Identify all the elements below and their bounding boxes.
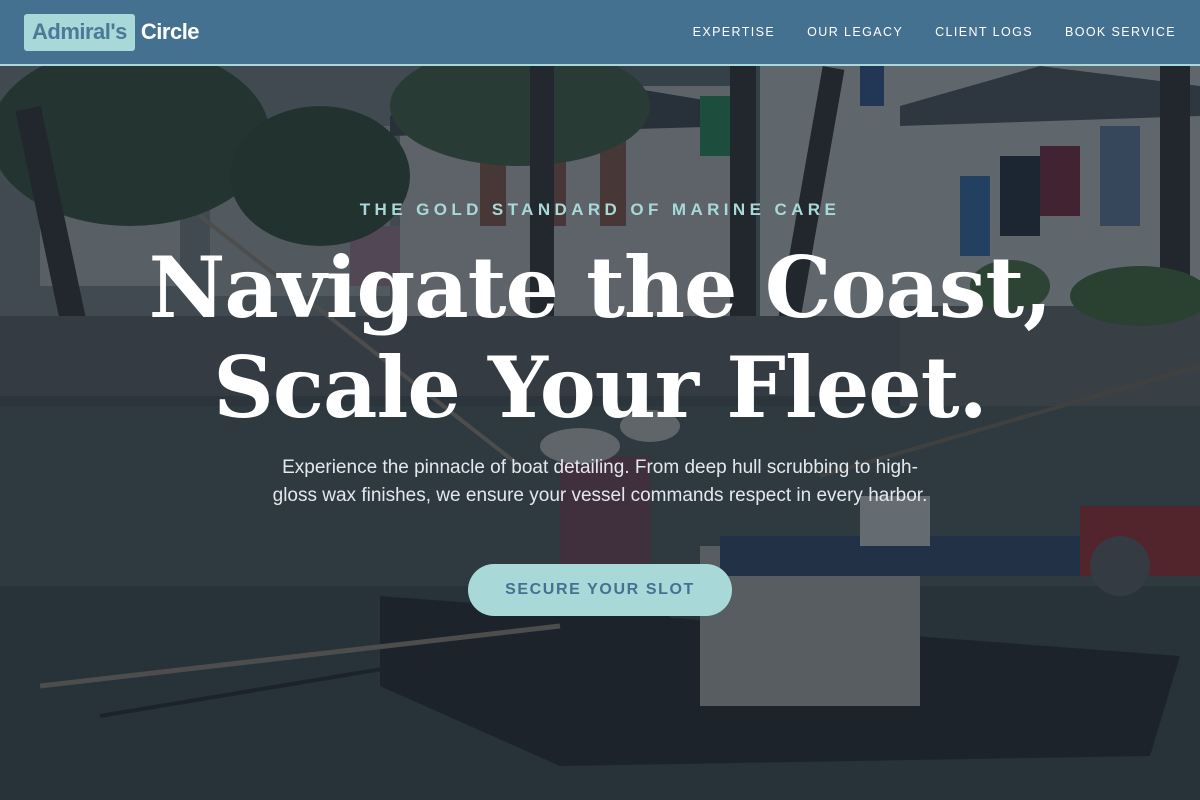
page: Admiral's Circle EXPERTISE OUR LEGACY CL… [0, 0, 1200, 800]
site-header: Admiral's Circle EXPERTISE OUR LEGACY CL… [0, 0, 1200, 66]
nav-link-client-logs[interactable]: CLIENT LOGS [935, 25, 1033, 39]
hero-headline: Navigate the Coast, Scale Your Fleet. [0, 238, 1200, 438]
secure-slot-button[interactable]: SECURE YOUR SLOT [468, 564, 732, 616]
hero-headline-line-2: Scale Your Fleet. [213, 338, 988, 437]
nav-link-expertise[interactable]: EXPERTISE [693, 25, 776, 39]
nav-link-book-service[interactable]: BOOK SERVICE [1065, 25, 1176, 39]
main-nav: EXPERTISE OUR LEGACY CLIENT LOGS BOOK SE… [661, 25, 1176, 39]
hero-section: THE GOLD STANDARD OF MARINE CARE Navigat… [0, 66, 1200, 800]
hero-subtext: Experience the pinnacle of boat detailin… [272, 457, 928, 506]
nav-link-our-legacy[interactable]: OUR LEGACY [807, 25, 903, 39]
hero-headline-line-1: Navigate the Coast, [148, 238, 1053, 337]
logo-text: Circle [140, 19, 200, 44]
logo-badge: Admiral's [24, 13, 135, 51]
hero-eyebrow: THE GOLD STANDARD OF MARINE CARE [359, 200, 841, 219]
logo[interactable]: Admiral's Circle [24, 13, 200, 51]
